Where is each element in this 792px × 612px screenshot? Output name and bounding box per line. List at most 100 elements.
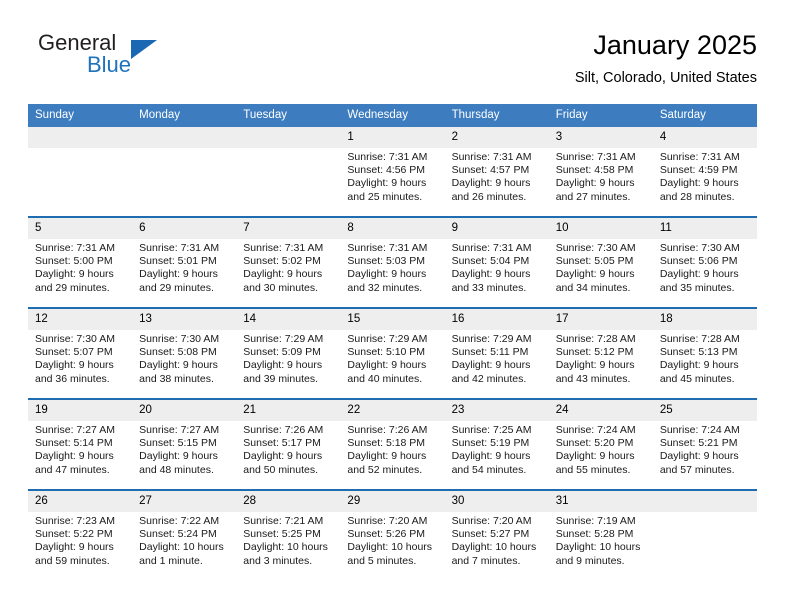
weekday-header-tuesday: Tuesday: [236, 104, 341, 127]
sunrise-text: Sunrise: 7:31 AM: [139, 242, 220, 254]
calendar-day-cell[interactable]: 9 Sunrise: 7:31 AM Sunset: 5:04 PM Daylight…: [444, 216, 549, 308]
day-number: 2: [444, 127, 549, 148]
daylight-text: Daylight: 9 hours and 59 minutes.: [35, 541, 114, 567]
sunrise-text: Sunrise: 7:29 AM: [243, 333, 324, 345]
sunset-text: Sunset: 5:03 PM: [347, 255, 426, 268]
sunrise-text: Sunrise: 7:31 AM: [35, 242, 115, 254]
calendar-day-cell[interactable]: 2 Sunrise: 7:31 AM Sunset: 4:57 PM Daylight…: [444, 127, 549, 217]
day-details: Sunrise: 7:19 AM Sunset: 5:28 PM Daylight:…: [549, 512, 653, 568]
calendar-day-cell[interactable]: 25 Sunrise: 7:24 AM Sunset: 5:21 PM Dayligh…: [652, 398, 757, 490]
calendar-day-cell[interactable]: 24 Sunrise: 7:24 AM Sunset: 5:20 PM Dayligh…: [548, 398, 653, 490]
sunrise-text: Sunrise: 7:20 AM: [347, 515, 428, 527]
day-number: 16: [444, 309, 549, 330]
sunset-text: Sunset: 5:27 PM: [451, 528, 530, 541]
sunset-text: Sunset: 5:13 PM: [659, 346, 738, 359]
day-number: 5: [28, 218, 133, 239]
sunrise-text: Sunrise: 7:31 AM: [347, 151, 428, 163]
sunset-text: Sunset: 5:20 PM: [555, 437, 634, 450]
calendar-week-row: 19 Sunrise: 7:27 AM Sunset: 5:14 PM Dayligh…: [28, 398, 757, 490]
daylight-text: Daylight: 9 hours and 38 minutes.: [139, 359, 218, 385]
calendar-day-cell[interactable]: 12 Sunrise: 7:30 AM Sunset: 5:07 PM Dayligh…: [28, 307, 133, 399]
calendar-day-cell[interactable]: 1 Sunrise: 7:31 AM Sunset: 4:56 PM Daylight…: [340, 127, 445, 217]
daylight-text: Daylight: 9 hours and 29 minutes.: [35, 268, 114, 294]
sunrise-text: Sunrise: 7:23 AM: [35, 515, 115, 527]
sunset-text: Sunset: 4:57 PM: [451, 164, 530, 177]
sunrise-text: Sunrise: 7:30 AM: [659, 242, 740, 254]
calendar-day-cell[interactable]: 16 Sunrise: 7:29 AM Sunset: 5:11 PM Dayligh…: [444, 307, 549, 399]
day-number: 12: [28, 309, 133, 330]
page-title: January 2025: [593, 30, 757, 60]
sunset-text: Sunset: 5:04 PM: [451, 255, 530, 268]
day-number: 13: [132, 309, 237, 330]
sunset-text: Sunset: 5:15 PM: [139, 437, 217, 450]
calendar-header-row: Sunday Monday Tuesday Wednesday Thursday…: [28, 104, 757, 127]
day-details: Sunrise: 7:24 AM Sunset: 5:20 PM Daylight:…: [549, 421, 653, 477]
daylight-text: Daylight: 9 hours and 43 minutes.: [555, 359, 635, 385]
day-details: Sunrise: 7:29 AM Sunset: 5:11 PM Daylight:…: [445, 330, 549, 386]
sunset-text: Sunset: 4:59 PM: [659, 164, 738, 177]
calendar-day-cell-empty: [28, 127, 133, 217]
sunrise-text: Sunrise: 7:27 AM: [35, 424, 115, 436]
calendar-day-cell[interactable]: 17 Sunrise: 7:28 AM Sunset: 5:12 PM Dayligh…: [548, 307, 653, 399]
day-number: 18: [652, 309, 757, 330]
daylight-text: Daylight: 9 hours and 36 minutes.: [35, 359, 114, 385]
daylight-text: Daylight: 9 hours and 29 minutes.: [139, 268, 218, 294]
calendar-day-cell[interactable]: 11 Sunrise: 7:30 AM Sunset: 5:06 PM Dayligh…: [652, 216, 757, 308]
calendar-day-cell[interactable]: 14 Sunrise: 7:29 AM Sunset: 5:09 PM Dayligh…: [236, 307, 341, 399]
calendar-day-cell[interactable]: 13 Sunrise: 7:30 AM Sunset: 5:08 PM Dayligh…: [132, 307, 237, 399]
day-number: 28: [236, 491, 341, 512]
sunrise-text: Sunrise: 7:24 AM: [659, 424, 740, 436]
general-blue-logo[interactable]: General Blue: [28, 30, 258, 94]
day-details: Sunrise: 7:31 AM Sunset: 5:04 PM Daylight:…: [445, 239, 549, 295]
day-details: Sunrise: 7:30 AM Sunset: 5:06 PM Daylight:…: [653, 239, 757, 295]
day-number: 29: [340, 491, 445, 512]
calendar-day-cell[interactable]: 6 Sunrise: 7:31 AM Sunset: 5:01 PM Daylight…: [132, 216, 237, 308]
calendar-day-cell[interactable]: 8 Sunrise: 7:31 AM Sunset: 5:03 PM Daylight…: [340, 216, 445, 308]
day-number: 20: [132, 400, 237, 421]
calendar-day-cell[interactable]: 18 Sunrise: 7:28 AM Sunset: 5:13 PM Dayligh…: [652, 307, 757, 399]
day-number: [132, 127, 237, 148]
day-details: Sunrise: 7:28 AM Sunset: 5:13 PM Daylight:…: [653, 330, 757, 386]
day-number: 4: [652, 127, 757, 148]
calendar-day-cell[interactable]: 22 Sunrise: 7:26 AM Sunset: 5:18 PM Dayligh…: [340, 398, 445, 490]
daylight-text: Daylight: 9 hours and 54 minutes.: [451, 450, 531, 476]
calendar-day-cell[interactable]: 30 Sunrise: 7:20 AM Sunset: 5:27 PM Dayligh…: [444, 489, 549, 580]
sunset-text: Sunset: 5:24 PM: [139, 528, 217, 541]
calendar-day-cell[interactable]: 21 Sunrise: 7:26 AM Sunset: 5:17 PM Dayligh…: [236, 398, 341, 490]
calendar-day-cell[interactable]: 27 Sunrise: 7:22 AM Sunset: 5:24 PM Dayligh…: [132, 489, 237, 580]
calendar-day-cell[interactable]: 20 Sunrise: 7:27 AM Sunset: 5:15 PM Dayligh…: [132, 398, 237, 490]
weekday-header-monday: Monday: [132, 104, 237, 127]
calendar-day-cell[interactable]: 10 Sunrise: 7:30 AM Sunset: 5:05 PM Dayligh…: [548, 216, 653, 308]
calendar-day-cell[interactable]: 28 Sunrise: 7:21 AM Sunset: 5:25 PM Dayligh…: [236, 489, 341, 580]
sunset-text: Sunset: 5:22 PM: [35, 528, 113, 541]
calendar-day-cell[interactable]: 31 Sunrise: 7:19 AM Sunset: 5:28 PM Dayligh…: [548, 489, 653, 580]
calendar-day-cell[interactable]: 3 Sunrise: 7:31 AM Sunset: 4:58 PM Daylight…: [548, 127, 653, 217]
calendar-day-cell[interactable]: 19 Sunrise: 7:27 AM Sunset: 5:14 PM Dayligh…: [28, 398, 133, 490]
sunset-text: Sunset: 5:05 PM: [555, 255, 634, 268]
day-details: Sunrise: 7:28 AM Sunset: 5:12 PM Daylight:…: [549, 330, 653, 386]
day-number: 17: [548, 309, 653, 330]
calendar-day-cell[interactable]: 23 Sunrise: 7:25 AM Sunset: 5:19 PM Dayligh…: [444, 398, 549, 490]
day-details: Sunrise: 7:31 AM Sunset: 4:57 PM Daylight:…: [445, 148, 549, 204]
day-details: Sunrise: 7:21 AM Sunset: 5:25 PM Daylight:…: [236, 512, 340, 568]
calendar-day-cell[interactable]: 26 Sunrise: 7:23 AM Sunset: 5:22 PM Dayligh…: [28, 489, 133, 580]
sunrise-text: Sunrise: 7:31 AM: [451, 151, 532, 163]
daylight-text: Daylight: 10 hours and 7 minutes.: [451, 541, 537, 567]
calendar-day-cell[interactable]: 29 Sunrise: 7:20 AM Sunset: 5:26 PM Dayligh…: [340, 489, 445, 580]
daylight-text: Daylight: 9 hours and 48 minutes.: [139, 450, 218, 476]
day-details: Sunrise: 7:31 AM Sunset: 4:59 PM Daylight:…: [653, 148, 757, 204]
day-number: 15: [340, 309, 445, 330]
calendar-day-cell[interactable]: 4 Sunrise: 7:31 AM Sunset: 4:59 PM Daylight…: [652, 127, 757, 217]
daylight-text: Daylight: 9 hours and 27 minutes.: [555, 177, 635, 203]
calendar-day-cell[interactable]: 7 Sunrise: 7:31 AM Sunset: 5:02 PM Daylight…: [236, 216, 341, 308]
calendar-day-cell[interactable]: 5 Sunrise: 7:31 AM Sunset: 5:00 PM Daylight…: [28, 216, 133, 308]
sunrise-text: Sunrise: 7:31 AM: [243, 242, 324, 254]
day-number: 26: [28, 491, 133, 512]
calendar-day-cell-empty: [132, 127, 237, 217]
sunrise-text: Sunrise: 7:30 AM: [35, 333, 115, 345]
day-details: Sunrise: 7:20 AM Sunset: 5:26 PM Daylight:…: [340, 512, 444, 568]
page-header: General Blue January 2025 Silt, Colorado…: [28, 28, 757, 98]
day-number: 3: [548, 127, 653, 148]
calendar-day-cell[interactable]: 15 Sunrise: 7:29 AM Sunset: 5:10 PM Dayligh…: [340, 307, 445, 399]
calendar-table: Sunday Monday Tuesday Wednesday Thursday…: [28, 104, 757, 580]
